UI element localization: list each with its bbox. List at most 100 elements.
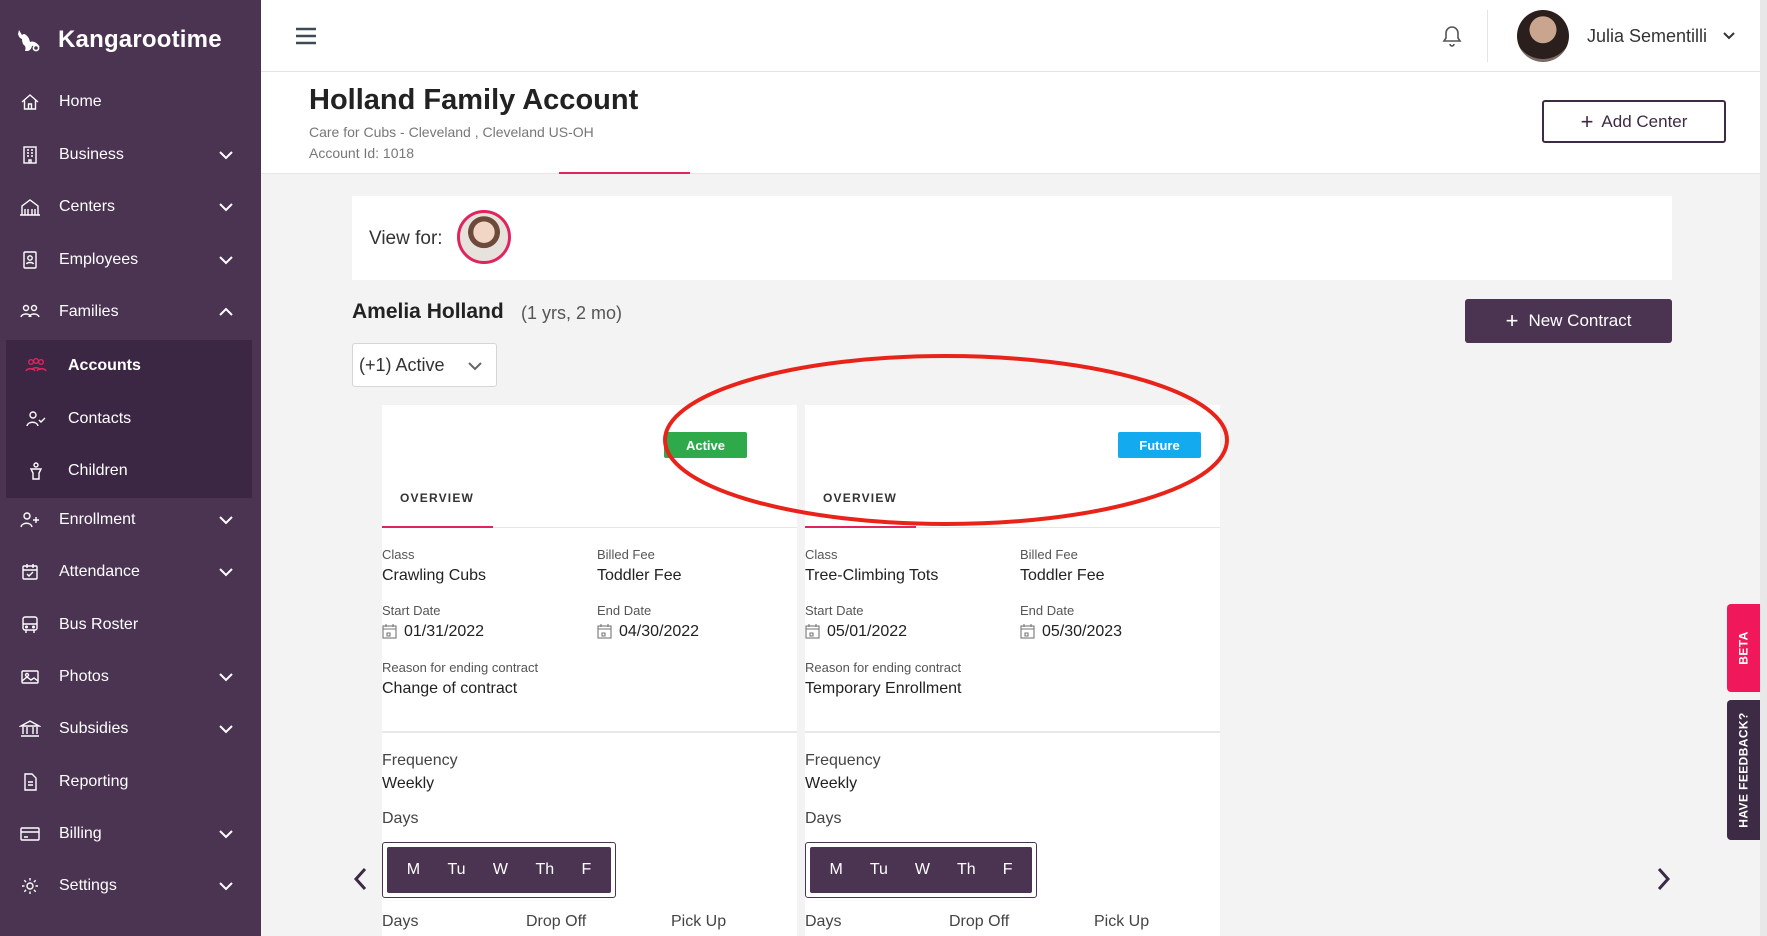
column-header-days: Days <box>382 913 419 930</box>
sidebar: Kangarootime Home Business Centers Emplo… <box>0 0 261 936</box>
column-header-drop-off: Drop Off <box>526 913 587 930</box>
day-tuesday[interactable]: Tu <box>870 861 888 879</box>
day-friday[interactable]: F <box>1003 861 1013 879</box>
feedback-tab[interactable]: HAVE FEEDBACK? <box>1727 700 1760 840</box>
beta-tab[interactable]: BETA <box>1727 604 1760 692</box>
feedback-label: HAVE FEEDBACK? <box>1736 712 1751 828</box>
avatar[interactable] <box>1517 10 1569 62</box>
sidebar-item-bus-roster[interactable]: Bus Roster <box>0 599 261 651</box>
bus-icon <box>19 614 41 636</box>
status-filter-select[interactable]: (+1) Active <box>352 343 497 387</box>
column-header-pick-up: Pick Up <box>671 913 727 930</box>
reason-label: Reason for ending contract <box>805 660 962 675</box>
day-friday[interactable]: F <box>582 861 592 879</box>
column-header-pick-up: Pick Up <box>1094 913 1150 930</box>
sidebar-item-label: Employees <box>59 251 139 268</box>
day-thursday[interactable]: Th <box>535 861 554 879</box>
class-value: Crawling Cubs <box>382 567 487 584</box>
child-name: Amelia Holland <box>352 300 504 323</box>
header-divider <box>1487 10 1488 62</box>
day-monday[interactable]: M <box>407 861 420 879</box>
day-wednesday[interactable]: W <box>915 861 930 879</box>
sidebar-item-photos[interactable]: Photos <box>0 651 261 703</box>
start-date-label: Start Date <box>805 603 864 618</box>
sidebar-item-subsidies[interactable]: Subsidies <box>0 703 261 755</box>
sidebar-item-label: Bus Roster <box>59 616 139 633</box>
kangaroo-logo-icon <box>14 25 44 55</box>
sidebar-item-business[interactable]: Business <box>0 129 261 181</box>
bell-icon[interactable] <box>1441 24 1463 48</box>
sidebar-item-families[interactable]: Families <box>0 286 261 338</box>
tab-overview[interactable]: OVERVIEW <box>823 491 897 505</box>
chevron-down-icon <box>468 362 482 371</box>
plus-icon: + <box>1505 308 1519 333</box>
add-center-button[interactable]: + Add Center <box>1542 100 1726 143</box>
start-date-value: 01/31/2022 <box>404 623 485 640</box>
sidebar-item-centers[interactable]: Centers <box>0 181 261 233</box>
day-wednesday[interactable]: W <box>493 861 508 879</box>
reason-value: Change of contract <box>382 680 518 697</box>
end-date-value: 04/30/2022 <box>619 623 700 640</box>
new-contract-button[interactable]: + New Contract <box>1465 299 1672 343</box>
people-icon <box>19 301 41 323</box>
hamburger-menu-icon[interactable] <box>295 26 317 46</box>
sidebar-item-label: Enrollment <box>59 511 136 528</box>
account-header: Holland Family Account Care for Cubs - C… <box>261 72 1760 174</box>
days-selector: M Tu W Th F <box>805 842 1037 898</box>
chevron-down-icon <box>219 830 233 839</box>
sidebar-item-label: Families <box>59 303 119 320</box>
sidebar-item-settings[interactable]: Settings <box>0 860 261 912</box>
tab-overview[interactable]: OVERVIEW <box>400 491 474 505</box>
sidebar-item-label: Attendance <box>59 563 140 580</box>
brand-name: Kangarootime <box>58 26 222 53</box>
new-contract-label: New Contract <box>1528 311 1632 330</box>
chevron-down-icon <box>219 256 233 265</box>
start-date-value: 05/01/2022 <box>827 623 908 640</box>
day-thursday[interactable]: Th <box>957 861 976 879</box>
calendar-icon <box>382 624 397 639</box>
center-location: Care for Cubs - Cleveland , Cleveland US… <box>309 124 594 140</box>
chevron-down-icon <box>219 725 233 734</box>
sidebar-item-contacts[interactable]: Contacts <box>6 393 252 445</box>
building-icon <box>19 144 41 166</box>
chevron-down-icon <box>219 151 233 160</box>
add-center-label: Add Center <box>1601 111 1688 131</box>
end-date-value: 05/30/2023 <box>1042 623 1123 640</box>
reason-label: Reason for ending contract <box>382 660 539 675</box>
chevron-down-icon <box>219 882 233 891</box>
status-filter-value: (+1) Active <box>359 354 445 375</box>
days-label: Days <box>805 810 842 827</box>
chevron-up-icon <box>219 307 233 316</box>
sidebar-item-billing[interactable]: Billing <box>0 808 261 860</box>
sidebar-item-home[interactable]: Home <box>0 76 261 128</box>
sidebar-item-reporting[interactable]: Reporting <box>0 756 261 808</box>
sidebar-item-label: Photos <box>59 668 109 685</box>
chevron-down-icon[interactable] <box>1721 28 1737 44</box>
frequency-label: Frequency <box>805 752 881 769</box>
chevron-right-icon[interactable] <box>1653 866 1673 892</box>
brand[interactable]: Kangarootime <box>0 0 261 80</box>
contract-card: Active OVERVIEW Class Crawling Cubs Bill… <box>382 405 797 936</box>
scrollbar[interactable] <box>1760 0 1767 936</box>
group-icon <box>24 355 48 377</box>
user-name[interactable]: Julia Sementilli <box>1587 26 1707 47</box>
sidebar-item-label: Children <box>68 462 128 479</box>
sidebar-item-enrollment[interactable]: Enrollment <box>0 494 261 546</box>
child-avatar[interactable] <box>457 210 511 264</box>
chevron-left-icon[interactable] <box>351 866 371 892</box>
sidebar-item-attendance[interactable]: Attendance <box>0 546 261 598</box>
calendar-icon <box>597 624 612 639</box>
class-label: Class <box>382 547 415 562</box>
view-for-panel: View for: <box>352 196 1672 280</box>
day-monday[interactable]: M <box>830 861 843 879</box>
sidebar-item-accounts[interactable]: Accounts <box>6 340 252 392</box>
contact-icon <box>24 408 48 430</box>
billed-fee-value: Toddler Fee <box>597 567 682 584</box>
sidebar-item-label: Contacts <box>68 410 132 427</box>
sidebar-item-employees[interactable]: Employees <box>0 234 261 286</box>
reason-value: Temporary Enrollment <box>805 680 962 697</box>
day-tuesday[interactable]: Tu <box>447 861 465 879</box>
sidebar-item-children[interactable]: Children <box>6 445 252 497</box>
contract-card: Future OVERVIEW Class Tree-Climbing Tots… <box>805 405 1220 936</box>
class-value: Tree-Climbing Tots <box>805 567 939 584</box>
